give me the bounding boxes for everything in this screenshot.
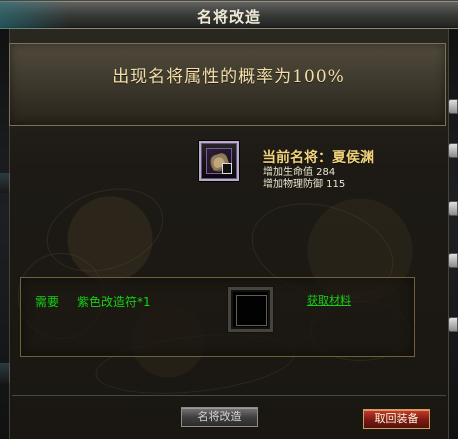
window-title: 名将改造 xyxy=(196,8,261,26)
get-material-link[interactable]: 获取材料 xyxy=(307,292,351,308)
reforge-general-button[interactable]: 名将改造 xyxy=(181,407,258,427)
left-edge-marker xyxy=(0,173,10,193)
left-edge-marker xyxy=(0,363,10,383)
physical-defense-bonus-stat: 增加物理防御 115 xyxy=(263,179,346,190)
current-general-label: 当前名将：夏侯渊 xyxy=(262,150,374,166)
right-edge-tab[interactable] xyxy=(448,317,458,332)
right-edge-tab[interactable] xyxy=(448,143,458,158)
probability-banner: 出现名将属性的概率为100% xyxy=(9,43,446,126)
general-reforge-window: 名将改造 出现名将属性的概率为100% 当前名将：夏侯渊 增加生命值 284 增… xyxy=(0,0,458,439)
need-label: 需要 xyxy=(35,295,60,309)
required-material-name: 紫色改造符*1 xyxy=(77,295,151,309)
current-general-slot[interactable] xyxy=(199,141,239,181)
background-ornament xyxy=(35,174,175,286)
right-edge-tab[interactable] xyxy=(448,253,458,268)
empty-material-slot-icon[interactable] xyxy=(228,287,273,332)
hp-bonus-stat: 增加生命值 284 xyxy=(263,167,336,178)
required-materials-panel: 需要 紫色改造符*1 获取材料 xyxy=(20,277,415,357)
probability-text: 出现名将属性的概率为100% xyxy=(112,67,345,87)
right-window-edge xyxy=(448,29,458,439)
bottom-divider xyxy=(12,395,446,396)
right-edge-tab[interactable] xyxy=(448,99,458,114)
general-portrait-icon xyxy=(206,148,232,174)
right-edge-tab[interactable] xyxy=(448,201,458,216)
title-bar: 名将改造 xyxy=(0,1,458,29)
return-equipment-button[interactable]: 取回装备 xyxy=(363,409,430,429)
